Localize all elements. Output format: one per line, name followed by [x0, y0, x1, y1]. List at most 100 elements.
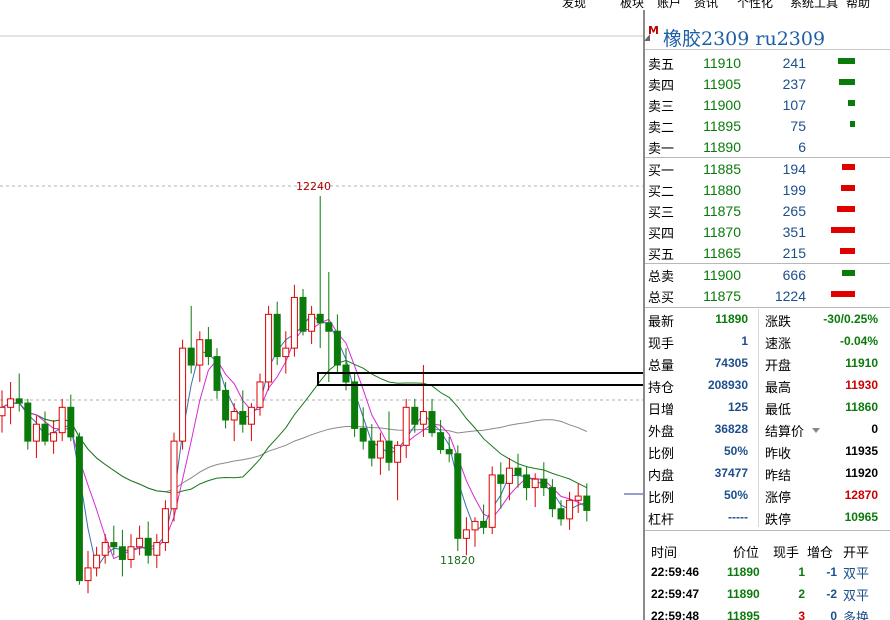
- trade-price: 11895: [727, 609, 760, 620]
- ask-price: 11905: [703, 76, 741, 92]
- candle-body: [179, 347, 187, 442]
- ask-row[interactable]: 卖二 11895 75: [645, 115, 890, 136]
- total-sell-row[interactable]: 总卖 11900 666: [645, 264, 890, 285]
- candle-body: [531, 478, 539, 489]
- candle-body: [32, 423, 40, 442]
- trade-row[interactable]: 22:59:47 11890 2 -2 双平: [645, 584, 890, 606]
- candle-body: [265, 313, 273, 383]
- menu-item-sectors[interactable]: 板块: [620, 0, 644, 10]
- trade-header-hand: 现手: [773, 546, 800, 561]
- trade-header-price: 价位: [733, 546, 760, 561]
- candle-body: [574, 495, 582, 501]
- trade-hand: 2: [798, 587, 805, 601]
- bid-row[interactable]: 买一 11885 194: [645, 158, 890, 179]
- total-buy-row[interactable]: 总买 11875 1224: [645, 285, 890, 306]
- trade-row[interactable]: 22:59:48 11895 3 0 多换: [645, 606, 890, 620]
- candle-body: [282, 347, 290, 358]
- ask-row[interactable]: 卖四 11905 237: [645, 73, 890, 94]
- bid-price: 11875: [703, 203, 741, 219]
- ask-row[interactable]: 卖五 11910 241: [645, 52, 890, 73]
- ma-green-line: [1, 359, 588, 495]
- instrument-header: M 橡胶2309 ru2309: [644, 10, 890, 50]
- stat-right-1-label: 速涨: [765, 337, 792, 352]
- stat-left-3-value: 208930: [707, 378, 748, 392]
- stat-right-5: 结算价 0: [765, 419, 878, 440]
- bid-row[interactable]: 买四 11870 351: [645, 221, 890, 242]
- stat-right-6-value: 11935: [845, 444, 878, 458]
- candle-body: [213, 356, 221, 391]
- candle-body: [359, 427, 367, 442]
- stat-right-8-label: 涨停: [765, 491, 792, 506]
- candle-body: [153, 542, 161, 556]
- menu-item-help[interactable]: 帮助: [846, 0, 870, 10]
- stat-left-2: 总量 74305: [648, 353, 748, 374]
- candle-body: [514, 467, 522, 476]
- candle-body: [75, 436, 83, 582]
- trade-time: 22:59:47: [651, 587, 700, 601]
- menu-item-discover[interactable]: 发现: [562, 0, 586, 10]
- candlestick-chart[interactable]: 12240 11820: [0, 10, 643, 620]
- instrument-title: 橡胶2309 ru2309: [663, 28, 826, 50]
- ask-volume-bar: [848, 100, 855, 106]
- bid-price: 11870: [703, 224, 741, 240]
- low-price-label: 11820: [440, 554, 475, 567]
- market-mark-icon: M: [648, 24, 659, 37]
- total-buy-label: 总买: [648, 291, 675, 306]
- candle-body: [548, 487, 556, 510]
- dropdown-triangle-icon[interactable]: [812, 428, 820, 433]
- ask-row[interactable]: 卖三 11900 107: [645, 94, 890, 115]
- divider: [645, 307, 890, 308]
- menu-item-news[interactable]: 资讯: [694, 0, 718, 10]
- chart-canvas: [0, 35, 643, 594]
- stat-left-8: 比例 50%: [648, 485, 748, 506]
- candle-body: [308, 313, 316, 332]
- candle-body: [84, 567, 92, 582]
- high-price-label: 12240: [296, 180, 331, 193]
- stat-left-5-label: 外盘: [648, 425, 675, 440]
- ask-label: 卖四: [648, 79, 675, 94]
- ask-row[interactable]: 卖一 11890 6: [645, 136, 890, 157]
- ask-volume: 107: [782, 97, 806, 113]
- bid-volume-bar: [837, 206, 855, 212]
- stat-left-8-label: 比例: [648, 491, 675, 506]
- stat-right-7-label: 昨结: [765, 469, 792, 484]
- ask-price: 11895: [703, 118, 741, 134]
- bid-row[interactable]: 买三 11875 265: [645, 200, 890, 221]
- candle-body: [583, 495, 591, 511]
- trade-header-time: 时间: [651, 546, 678, 561]
- stat-right-5-value: 0: [871, 422, 878, 436]
- bid-volume: 194: [782, 161, 806, 177]
- bid-volume: 215: [782, 245, 806, 261]
- bid-price: 11885: [703, 161, 741, 177]
- candle-body: [505, 467, 513, 484]
- stat-left-7: 内盘 37477: [648, 463, 748, 484]
- candle-body: [523, 474, 531, 489]
- candle-body: [196, 339, 204, 366]
- stat-right-9-value: 10965: [844, 510, 878, 524]
- menu-item-account[interactable]: 账户: [657, 0, 681, 10]
- candle-body: [222, 389, 230, 421]
- trade-type: 双平: [843, 567, 870, 582]
- ask-label: 卖五: [648, 58, 675, 73]
- bid-volume: 351: [782, 224, 806, 240]
- stat-left-6-value: 50%: [723, 444, 748, 458]
- candle-body: [566, 499, 574, 520]
- bid-price: 11880: [703, 182, 741, 198]
- candle-body: [204, 339, 212, 358]
- stat-left-7-value: 37477: [714, 466, 748, 480]
- menu-item-system-tools[interactable]: 系统工具: [790, 0, 838, 10]
- stat-left-1-value: 1: [741, 334, 748, 348]
- stat-right-4-label: 最低: [765, 403, 792, 418]
- stat-left-4: 日增 125: [648, 397, 748, 418]
- trade-inc: -2: [826, 587, 837, 601]
- menu-item-personalize[interactable]: 个性化: [737, 0, 773, 10]
- bid-row[interactable]: 买五 11865 215: [645, 242, 890, 263]
- candle-body: [454, 453, 462, 539]
- bid-row[interactable]: 买二 11880 199: [645, 179, 890, 200]
- ask-volume: 237: [782, 76, 806, 92]
- quote-panel: M 橡胶2309 ru2309 卖五 11910 241 卖四 11905 237 卖三 11…: [643, 10, 890, 620]
- trade-row[interactable]: 22:59:46 11890 1 -1 双平: [645, 562, 890, 584]
- stat-right-6: 昨收 11935: [765, 441, 878, 462]
- stat-right-2-label: 开盘: [765, 359, 792, 374]
- candle-body: [93, 554, 101, 569]
